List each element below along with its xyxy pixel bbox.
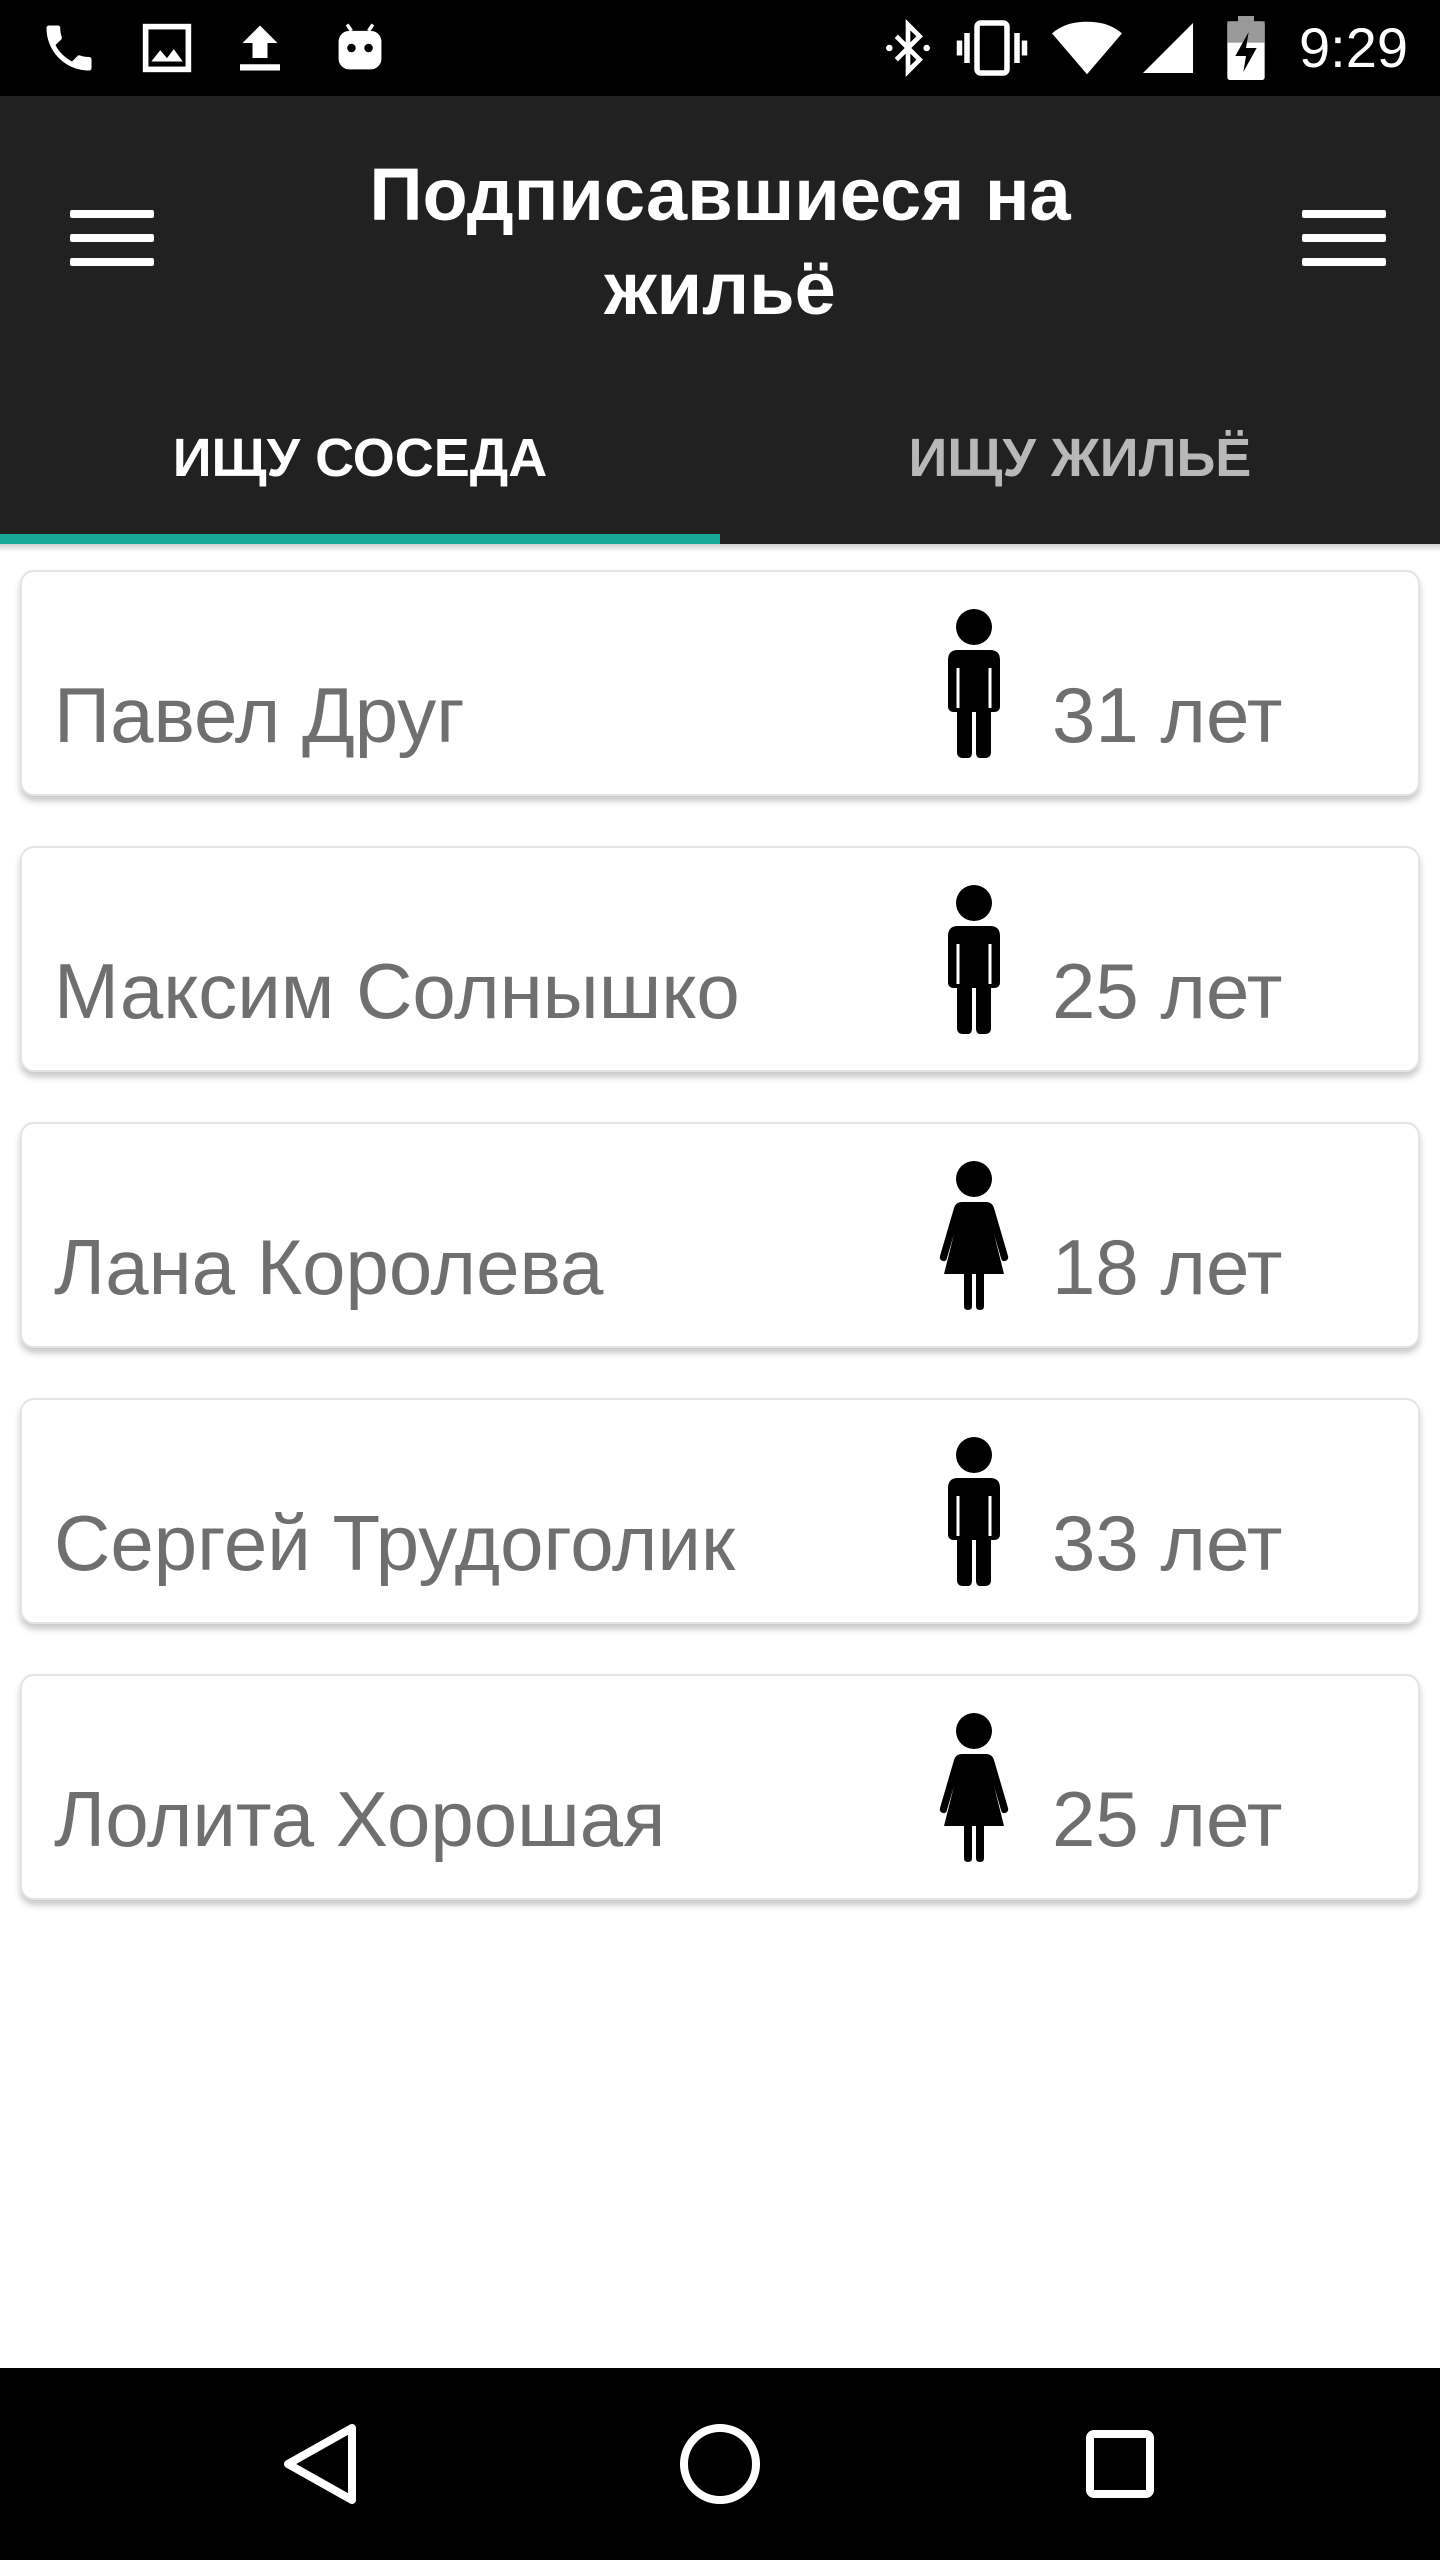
male-icon <box>934 608 1014 758</box>
battery-charging-icon <box>1226 16 1266 80</box>
person-card[interactable]: Максим Солнышко 25 лет <box>20 846 1420 1072</box>
person-card[interactable]: Лана Королева 18 лет <box>20 1122 1420 1348</box>
page-title: Подписавшиеся на жильё <box>369 153 1071 330</box>
person-card[interactable]: Сергей Трудоголик 33 лет <box>20 1398 1420 1624</box>
person-name: Сергей Трудоголик <box>54 1499 736 1587</box>
android-icon <box>334 18 386 78</box>
status-bar: 9:29 <box>0 0 1440 96</box>
back-icon <box>260 2424 380 2528</box>
female-icon <box>934 1712 1014 1862</box>
phone-icon <box>38 18 100 78</box>
person-age: 25 лет <box>1052 947 1283 1035</box>
female-icon <box>934 1160 1014 1310</box>
home-button[interactable] <box>660 2404 780 2524</box>
male-icon <box>934 1436 1014 1586</box>
person-age: 33 лет <box>1052 1499 1283 1587</box>
person-age: 31 лет <box>1052 671 1283 759</box>
signal-icon <box>1138 18 1198 78</box>
male-icon <box>934 884 1014 1034</box>
app-bar: Подписавшиеся на жильё ИЩУ СОСЕДА ИЩУ ЖИ… <box>0 96 1440 544</box>
app-bar-shadow <box>0 544 1440 552</box>
person-name: Лана Королева <box>54 1223 604 1311</box>
active-tab-indicator <box>0 534 720 544</box>
image-icon <box>140 18 194 78</box>
person-name: Максим Солнышко <box>54 947 740 1035</box>
back-button[interactable] <box>260 2404 380 2524</box>
person-name: Павел Друг <box>54 671 465 759</box>
person-name: Лолита Хорошая <box>54 1775 666 1863</box>
system-nav-bar <box>0 2368 1440 2560</box>
person-age: 25 лет <box>1052 1775 1283 1863</box>
status-time: 9:29 <box>1299 16 1408 79</box>
left-menu-button[interactable] <box>70 210 154 270</box>
wifi-icon <box>1052 18 1122 78</box>
recents-icon <box>1060 2430 1180 2528</box>
person-card[interactable]: Лолита Хорошая 25 лет <box>20 1674 1420 1900</box>
menu-icon <box>1302 210 1386 218</box>
person-card[interactable]: Павел Друг 31 лет <box>20 570 1420 796</box>
right-menu-button[interactable] <box>1302 210 1386 270</box>
person-age: 18 лет <box>1052 1223 1283 1311</box>
bluetooth-icon <box>880 18 936 78</box>
menu-icon <box>70 210 154 218</box>
vibrate-icon <box>954 18 1030 78</box>
tab-looking-for-roommate[interactable]: ИЩУ СОСЕДА <box>0 408 720 544</box>
upload-icon <box>228 18 292 78</box>
home-icon <box>660 2424 780 2528</box>
recents-button[interactable] <box>1060 2404 1180 2524</box>
tab-looking-for-housing[interactable]: ИЩУ ЖИЛЬЁ <box>720 408 1440 544</box>
